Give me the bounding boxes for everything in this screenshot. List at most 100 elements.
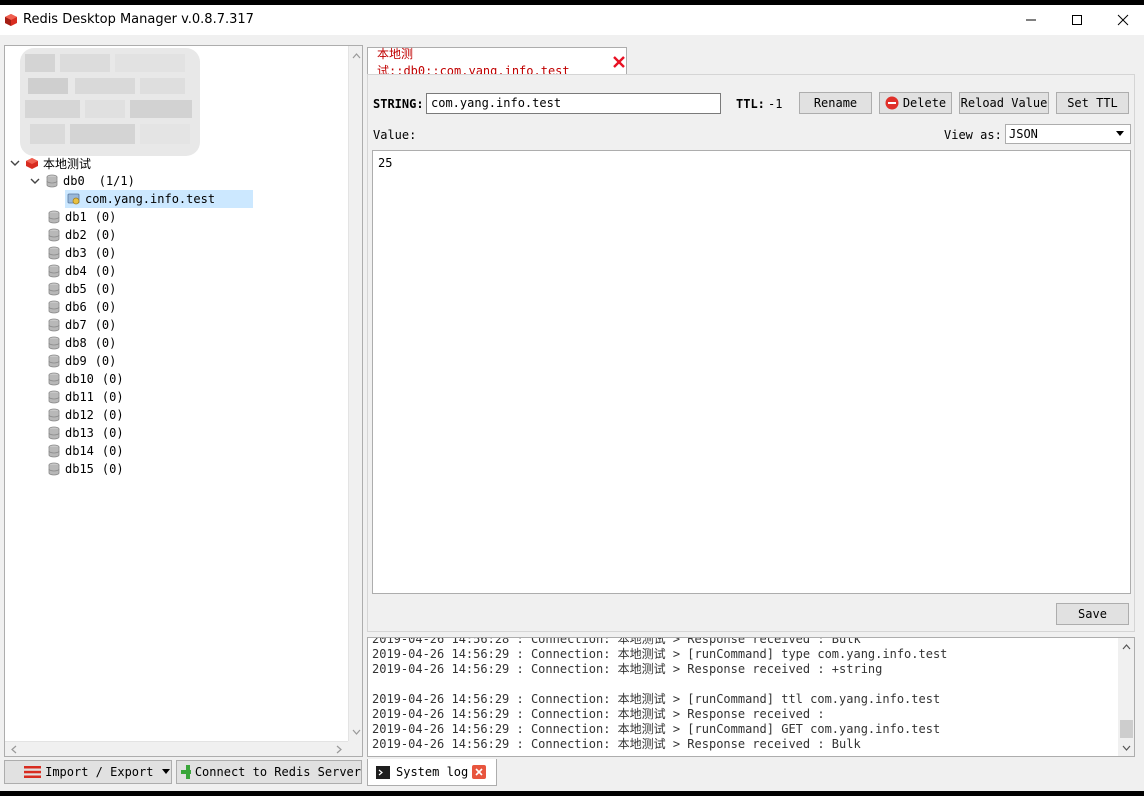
tree-db-db7[interactable]: db7 (0) <box>47 316 116 334</box>
tab-system-log[interactable]: System log <box>367 759 497 786</box>
db-count: (0) <box>94 282 117 296</box>
menu-icon <box>24 766 41 778</box>
database-icon <box>48 228 60 242</box>
connection-tree: 本地测试 db0 (1/1) com.yang.info.test db1 (0) db2… <box>4 45 363 757</box>
log-tab-label: System log <box>396 765 469 779</box>
key-name-field[interactable]: com.yang.info.test <box>426 93 721 114</box>
tree-key-item[interactable]: com.yang.info.test <box>65 190 253 208</box>
scroll-up-icon[interactable] <box>1118 640 1135 655</box>
database-icon <box>48 318 60 332</box>
save-button[interactable]: Save <box>1056 603 1129 625</box>
tree-db-db3[interactable]: db3 (0) <box>47 244 116 262</box>
set-ttl-button[interactable]: Set TTL <box>1056 92 1129 114</box>
scroll-up-icon[interactable] <box>349 49 363 64</box>
db-count: (0) <box>101 426 124 440</box>
db-count: (0) <box>94 354 117 368</box>
db-count: (0) <box>94 210 117 224</box>
log-line: 2019-04-26 14:56:28 : Connection: 本地测试 >… <box>372 637 861 646</box>
scroll-down-icon[interactable] <box>349 724 363 739</box>
scroll-down-icon[interactable] <box>1118 740 1135 755</box>
scroll-corner <box>348 741 362 756</box>
log-line: 2019-04-26 14:56:29 : Connection: 本地测试 >… <box>372 662 883 676</box>
db-count: (0) <box>94 228 117 242</box>
tree-db-db13[interactable]: db13 (0) <box>47 424 124 442</box>
log-line: 2019-04-26 14:56:29 : Connection: 本地测试 >… <box>372 707 825 721</box>
database-icon <box>48 462 60 476</box>
title-bar: Redis Desktop Manager v.0.8.7.317 <box>0 5 1144 35</box>
tree-db-db4[interactable]: db4 (0) <box>47 262 116 280</box>
database-icon <box>46 174 58 188</box>
database-icon <box>48 300 60 314</box>
scroll-left-icon[interactable] <box>7 742 22 757</box>
tree-db-db12[interactable]: db12 (0) <box>47 406 124 424</box>
tree-horizontal-scrollbar[interactable] <box>5 741 348 756</box>
db-count: (0) <box>94 336 117 350</box>
db-count: (0) <box>101 408 124 422</box>
log-line: 2019-04-26 14:56:29 : Connection: 本地测试 >… <box>372 722 941 736</box>
window-title: Redis Desktop Manager v.0.8.7.317 <box>23 12 254 27</box>
chevron-down-icon[interactable] <box>9 157 21 169</box>
ttl-label: TTL: <box>736 97 765 111</box>
key-icon <box>67 193 80 205</box>
db-count: (1/1) <box>98 174 135 188</box>
tree-db-db0[interactable]: db0 (1/1) <box>29 172 135 190</box>
log-lines: 2019-04-26 14:56:28 : Connection: 本地测试 >… <box>372 637 1117 752</box>
db-label: db14 <box>65 444 94 458</box>
db-label: db12 <box>65 408 94 422</box>
tree-db-db8[interactable]: db8 (0) <box>47 334 116 352</box>
db-count: (0) <box>101 390 124 404</box>
tab-key-editor[interactable]: 本地测试::db0::com.yang.info.test <box>367 47 627 78</box>
delete-label: Delete <box>902 96 947 110</box>
minimize-button[interactable] <box>1008 5 1054 35</box>
key-type-label: STRING: <box>373 97 424 111</box>
db-label: db3 <box>65 246 87 260</box>
tree-db-db15[interactable]: db15 (0) <box>47 460 124 478</box>
view-as-value: JSON <box>1009 127 1038 141</box>
tree-db-db14[interactable]: db14 (0) <box>47 442 124 460</box>
log-line: 2019-04-26 14:56:29 : Connection: 本地测试 >… <box>372 647 948 661</box>
log-line: 2019-04-26 14:56:29 : Connection: 本地测试 >… <box>372 692 941 706</box>
database-icon <box>48 354 60 368</box>
database-icon <box>48 390 60 404</box>
maximize-icon <box>1072 15 1082 25</box>
database-icon <box>48 408 60 422</box>
tree-vertical-scrollbar[interactable] <box>348 46 363 741</box>
delete-button[interactable]: Delete <box>879 92 952 114</box>
chevron-down-icon <box>1116 131 1124 136</box>
tree-db-db6[interactable]: db6 (0) <box>47 298 116 316</box>
scroll-right-icon[interactable] <box>331 742 346 757</box>
rename-button[interactable]: Rename <box>799 92 872 114</box>
connect-to-server-button[interactable]: Connect to Redis Server <box>176 760 362 784</box>
database-icon <box>48 336 60 350</box>
import-export-button[interactable]: Import / Export <box>4 760 172 784</box>
log-vertical-scrollbar[interactable] <box>1118 638 1135 756</box>
db-count: (0) <box>94 318 117 332</box>
tree-db-db1[interactable]: db1 (0) <box>47 208 116 226</box>
connect-label: Connect to Redis Server <box>194 765 361 779</box>
log-line: 2019-04-26 14:56:29 : Connection: 本地测试 >… <box>372 737 861 751</box>
reload-value-button[interactable]: Reload Value <box>959 92 1049 114</box>
value-editor-panel: STRING: com.yang.info.test TTL: -1 Renam… <box>367 74 1135 632</box>
tree-db-db9[interactable]: db9 (0) <box>47 352 116 370</box>
value-label: Value: <box>373 128 417 142</box>
db-label: db0 <box>63 174 85 188</box>
system-log-panel[interactable]: 2019-04-26 14:56:28 : Connection: 本地测试 >… <box>367 637 1135 757</box>
redis-logo-icon <box>5 14 17 26</box>
close-tab-icon[interactable] <box>472 765 487 779</box>
tree-db-db10[interactable]: db10 (0) <box>47 370 124 388</box>
tree-db-db2[interactable]: db2 (0) <box>47 226 116 244</box>
scrollbar-thumb[interactable] <box>1120 720 1133 738</box>
maximize-button[interactable] <box>1054 5 1100 35</box>
close-window-button[interactable] <box>1100 5 1144 35</box>
close-tab-icon[interactable] <box>612 55 626 69</box>
db-count: (0) <box>94 246 117 260</box>
tree-db-db11[interactable]: db11 (0) <box>47 388 124 406</box>
tree-db-db5[interactable]: db5 (0) <box>47 280 116 298</box>
view-as-select[interactable]: JSON <box>1005 124 1131 144</box>
chevron-down-icon[interactable] <box>29 175 41 187</box>
value-textarea[interactable]: 25 <box>372 150 1131 594</box>
connection-node[interactable]: 本地测试 <box>9 154 91 172</box>
db-label: db6 <box>65 300 87 314</box>
database-icon <box>48 444 60 458</box>
